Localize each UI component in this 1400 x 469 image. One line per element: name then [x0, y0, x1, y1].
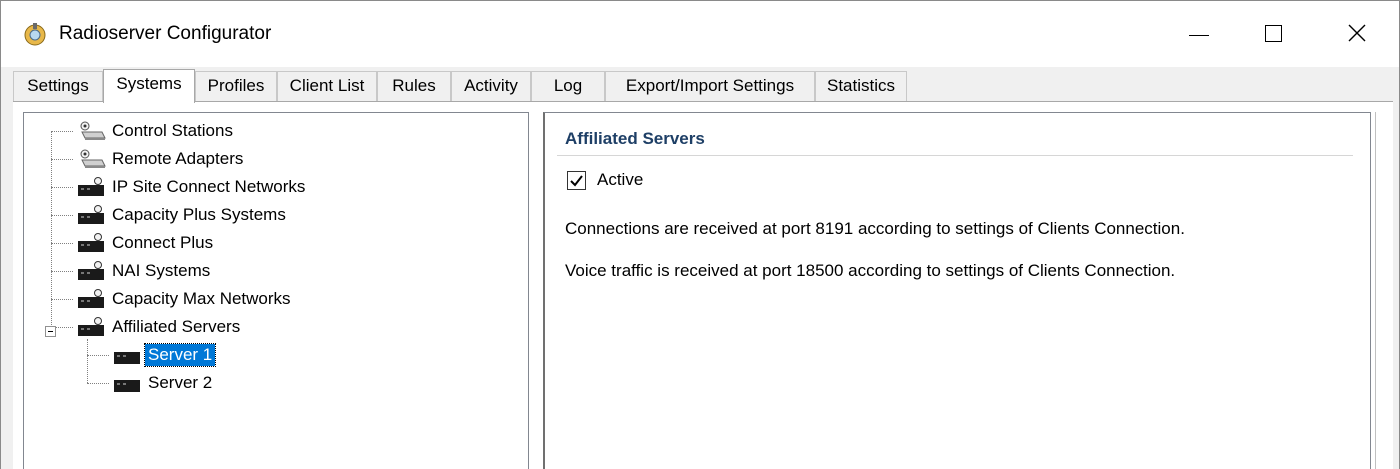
tree-connector: [51, 159, 73, 160]
tab-log[interactable]: Log: [531, 71, 605, 101]
tree-connector: [51, 271, 73, 272]
detail-panel: Affiliated Servers Active Connections ar…: [543, 112, 1371, 469]
tree-connector: [87, 383, 109, 384]
tree-item-label: Connect Plus: [112, 233, 214, 252]
tree-item-label: Server 1: [143, 343, 217, 367]
tree-item-connect-plus[interactable]: Connect Plus: [76, 230, 216, 256]
server-icon: [114, 380, 140, 392]
tree-item-capacity-plus-systems[interactable]: Capacity Plus Systems: [76, 202, 289, 228]
tree-item-nai-systems[interactable]: NAI Systems: [76, 258, 213, 284]
tree-connector: [51, 299, 73, 300]
tree-item-label: Affiliated Servers: [112, 317, 241, 336]
network-icon: [78, 317, 104, 336]
tree-item-affiliated-servers[interactable]: Affiliated Servers: [76, 314, 243, 340]
network-icon: [78, 205, 104, 224]
network-icon: [78, 177, 104, 196]
close-button[interactable]: [1315, 1, 1399, 67]
tree-item-label: IP Site Connect Networks: [112, 177, 306, 196]
section-title: Affiliated Servers: [565, 129, 705, 148]
network-icon: [78, 261, 104, 280]
tree-connector: [51, 243, 73, 244]
tab-label: Profiles: [207, 76, 265, 95]
remote-adapter-icon: [80, 149, 106, 168]
tab-systems[interactable]: Systems: [103, 69, 195, 103]
tree-item-capacity-max-networks[interactable]: Capacity Max Networks: [76, 286, 294, 312]
panel-edge: [1375, 112, 1383, 469]
radio-app-icon: [24, 23, 46, 46]
server-icon: [114, 352, 140, 364]
connections-info-text: Connections are received at port 8191 ac…: [565, 219, 1185, 238]
tree-item-label: Capacity Plus Systems: [112, 205, 286, 224]
title-bar[interactable]: Radioserver Configurator: [1, 1, 1399, 67]
tab-profiles[interactable]: Profiles: [195, 71, 277, 101]
tree-connector: [87, 355, 109, 356]
checkmark-icon: [570, 175, 583, 187]
tab-strip: Settings Systems Profiles Client List Ru…: [13, 69, 1393, 103]
tab-activity[interactable]: Activity: [451, 71, 531, 101]
tree-item-ip-site-connect-networks[interactable]: IP Site Connect Networks: [76, 174, 308, 200]
section-divider: [557, 155, 1353, 156]
systems-tab-content: Control Stations Remote Adapters IP Site…: [13, 101, 1393, 469]
tab-label: Settings: [27, 76, 89, 95]
minimize-icon: [1189, 35, 1209, 36]
control-station-icon: [80, 121, 106, 140]
tab-label: Client List: [289, 76, 365, 95]
voice-traffic-info-text: Voice traffic is received at port 18500 …: [565, 261, 1176, 280]
systems-tree[interactable]: Control Stations Remote Adapters IP Site…: [23, 112, 529, 469]
maximize-button[interactable]: [1231, 1, 1315, 67]
tab-label: Log: [553, 76, 583, 95]
tree-item-label: Control Stations: [112, 121, 233, 140]
tree-connector: [51, 187, 73, 188]
tab-export-import-settings[interactable]: Export/Import Settings: [605, 71, 815, 101]
tree-item-label: Remote Adapters: [112, 149, 244, 168]
tree-item-server-2[interactable]: Server 2: [112, 370, 215, 396]
close-icon: [1348, 24, 1366, 42]
tab-label: Activity: [464, 76, 518, 95]
tab-rules[interactable]: Rules: [377, 71, 451, 101]
active-checkbox[interactable]: [567, 171, 586, 190]
tab-label: Rules: [392, 76, 436, 95]
tree-connector: [51, 131, 52, 327]
tree-connector: [87, 339, 88, 383]
tree-item-server-1[interactable]: Server 1: [112, 342, 217, 368]
collapse-toggle[interactable]: [45, 326, 56, 337]
tab-statistics[interactable]: Statistics: [815, 71, 907, 101]
tab-client-list[interactable]: Client List: [277, 71, 377, 101]
tree-connector: [56, 327, 73, 328]
tab-label: Systems: [116, 74, 182, 93]
tree-item-label: Server 2: [148, 373, 213, 392]
tab-label: Export/Import Settings: [625, 76, 795, 95]
tree-item-label: NAI Systems: [112, 261, 211, 280]
tree-item-remote-adapters[interactable]: Remote Adapters: [76, 146, 246, 172]
tree-connector: [51, 215, 73, 216]
tree-item-control-stations[interactable]: Control Stations: [76, 118, 236, 144]
maximize-icon: [1265, 25, 1282, 42]
tree-item-label: Capacity Max Networks: [112, 289, 291, 308]
tree-connector: [51, 131, 73, 132]
minus-icon: [48, 331, 53, 332]
network-icon: [78, 233, 104, 252]
network-icon: [78, 289, 104, 308]
tab-settings[interactable]: Settings: [13, 71, 103, 101]
app-window: Radioserver Configurator Settings System…: [0, 0, 1400, 469]
tab-label: Statistics: [826, 76, 896, 95]
window-title: Radioserver Configurator: [59, 23, 272, 44]
active-label[interactable]: Active: [597, 170, 643, 190]
